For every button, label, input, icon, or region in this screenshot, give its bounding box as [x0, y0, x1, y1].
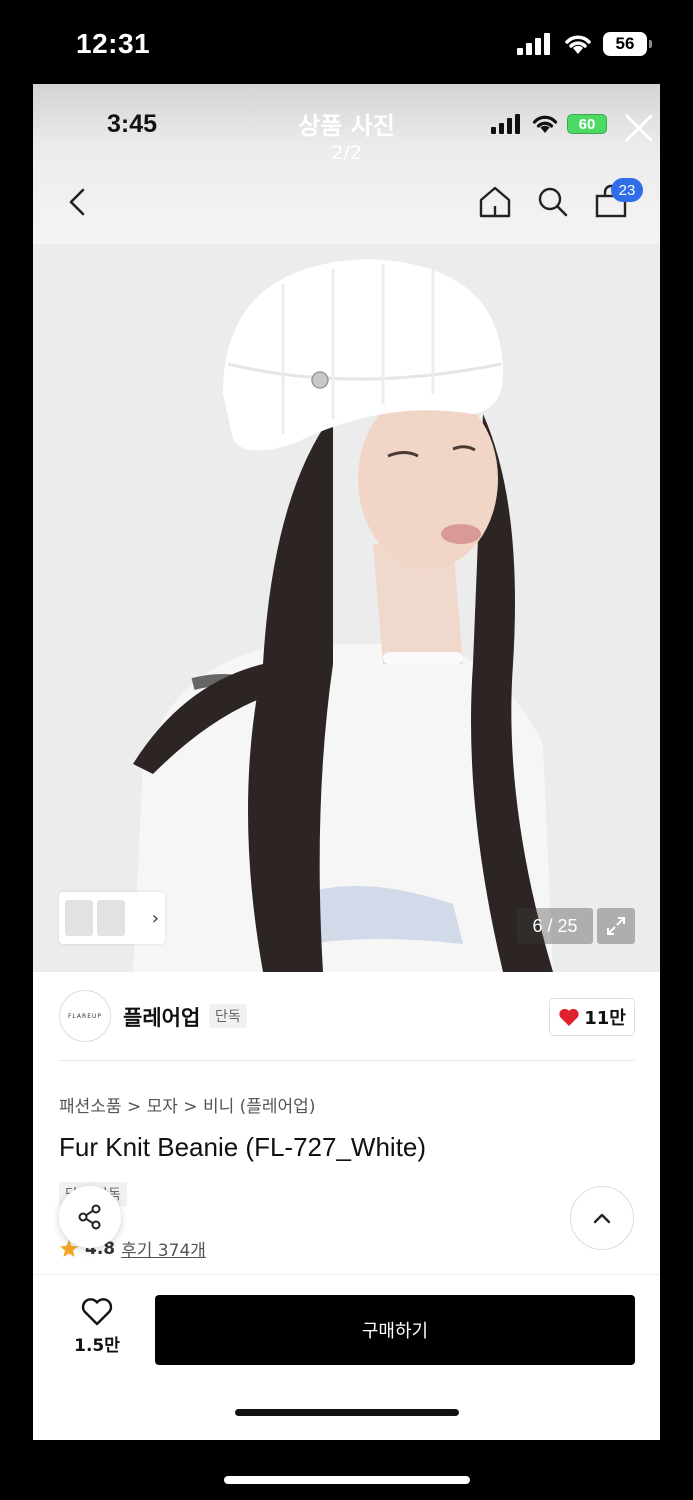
expand-button[interactable]: [597, 908, 635, 944]
reviews-link[interactable]: 후기 374개: [121, 1236, 206, 1261]
device-status-icons: 56: [517, 32, 652, 56]
cart-count-badge: 23: [611, 178, 643, 202]
brand-exclusive-tag: 단독: [209, 1004, 247, 1028]
product-title: Fur Knit Beanie (FL-727_White): [59, 1132, 427, 1162]
device-time: 12:31: [76, 28, 151, 59]
photo-thumbnail-strip[interactable]: ›: [59, 892, 165, 944]
home-icon[interactable]: [477, 182, 513, 222]
device-home-indicator: [224, 1476, 470, 1484]
battery-charging-indicator: 60: [567, 114, 607, 134]
inner-status-icons: 60: [491, 114, 607, 134]
wishlist-button[interactable]: 1.5만: [67, 1297, 127, 1356]
brand-logo[interactable]: FLAREUP: [59, 990, 111, 1042]
purchase-bar: 1.5만 구매하기: [33, 1274, 660, 1440]
model-wearing-beanie-image: [33, 244, 660, 972]
brand-name[interactable]: 플레어업: [123, 1002, 200, 1032]
heart-filled-icon: [559, 1008, 579, 1026]
chevron-right-icon[interactable]: ›: [152, 908, 159, 929]
brand-like-button[interactable]: 11만: [549, 998, 635, 1036]
wishlist-count: 1.5만: [74, 1336, 120, 1356]
thumbnail[interactable]: [97, 900, 125, 936]
scroll-to-top-button[interactable]: [570, 1186, 634, 1250]
photo-page-indicator: 2/2: [331, 142, 362, 164]
share-icon: [78, 1204, 101, 1230]
inner-home-indicator: [235, 1409, 459, 1416]
battery-indicator: 56: [603, 32, 652, 56]
photo-counter: 6 / 25: [517, 908, 593, 944]
buy-button[interactable]: 구매하기: [155, 1295, 635, 1365]
product-photo[interactable]: [33, 244, 660, 972]
wifi-icon: [532, 115, 558, 133]
device-status-bar: 12:31 56: [0, 0, 693, 84]
heart-outline-icon: [81, 1298, 113, 1326]
category-breadcrumb[interactable]: 패션소품 > 모자 > 비니 (플레어업): [59, 1092, 315, 1117]
photo-viewer-header: 3:45 상품 사진 2/2 60 23: [33, 84, 660, 244]
expand-icon: [607, 917, 625, 935]
app-screenshot: 3:45 상품 사진 2/2 60 23 › 6 / 25 FLAREUP 플레…: [33, 84, 660, 1440]
thumbnail[interactable]: [65, 900, 93, 936]
back-arrow-icon[interactable]: [63, 182, 93, 222]
close-icon[interactable]: [619, 108, 659, 148]
share-button[interactable]: [59, 1186, 121, 1248]
cellular-signal-icon: [517, 33, 550, 55]
divider: [59, 1060, 635, 1061]
brand-like-count: 11만: [584, 1008, 626, 1029]
wifi-icon: [565, 35, 591, 54]
chevron-up-icon: [593, 1213, 611, 1224]
search-icon[interactable]: [535, 182, 571, 222]
cellular-signal-icon: [491, 114, 520, 134]
